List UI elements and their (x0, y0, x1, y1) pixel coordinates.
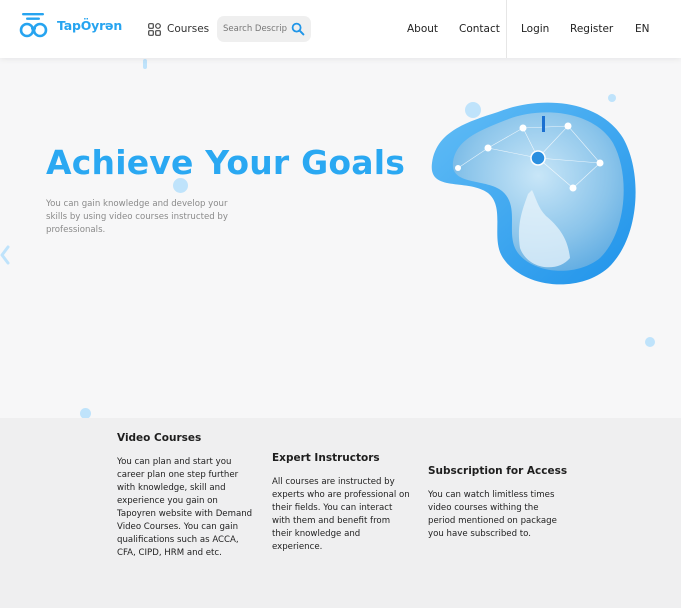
feature-title: Video Courses (117, 432, 202, 444)
courses-menu-button[interactable]: Courses (148, 19, 209, 39)
language-switch[interactable]: EN (635, 23, 650, 35)
grid-icon (148, 22, 161, 36)
search-input[interactable] (223, 22, 287, 36)
brand-logo[interactable]: TapÖyrən (19, 12, 122, 40)
nav-register-link[interactable]: Register (570, 23, 613, 35)
features-section: Video Courses You can plan and start you… (0, 418, 681, 608)
decorative-bubble (143, 59, 147, 69)
search-icon[interactable] (291, 22, 305, 36)
search-box (217, 16, 311, 42)
feature-title: Expert Instructors (272, 452, 380, 464)
courses-label: Courses (167, 23, 210, 35)
hero-title: Achieve Your Goals (46, 143, 406, 182)
chevron-left-icon[interactable] (0, 245, 10, 265)
feature-video-courses: Video Courses You can plan and start you… (117, 432, 257, 560)
nav-divider (506, 0, 507, 58)
nav-about-link[interactable]: About (407, 23, 438, 35)
hero-subtitle: You can gain knowledge and develop your … (46, 199, 228, 235)
hero-illustration (431, 102, 636, 285)
decorative-bubble (645, 337, 655, 347)
top-navbar: TapÖyrən Courses About Contact Login Reg… (0, 0, 681, 58)
feature-title: Subscription for Access (428, 465, 568, 477)
feature-text: You can plan and start you career plan o… (117, 457, 253, 558)
nav-login-link[interactable]: Login (521, 23, 549, 35)
feature-text: You can watch limitless times video cour… (428, 490, 557, 539)
feature-expert-instructors: Expert Instructors All courses are instr… (272, 452, 412, 554)
feature-subscription-access: Subscription for Access You can watch li… (428, 465, 568, 541)
binoculars-logo-icon (19, 13, 48, 38)
feature-text: All courses are instructed by experts wh… (272, 477, 410, 552)
nav-contact-link[interactable]: Contact (459, 23, 500, 35)
brand-name: TapÖyrən (57, 18, 123, 33)
